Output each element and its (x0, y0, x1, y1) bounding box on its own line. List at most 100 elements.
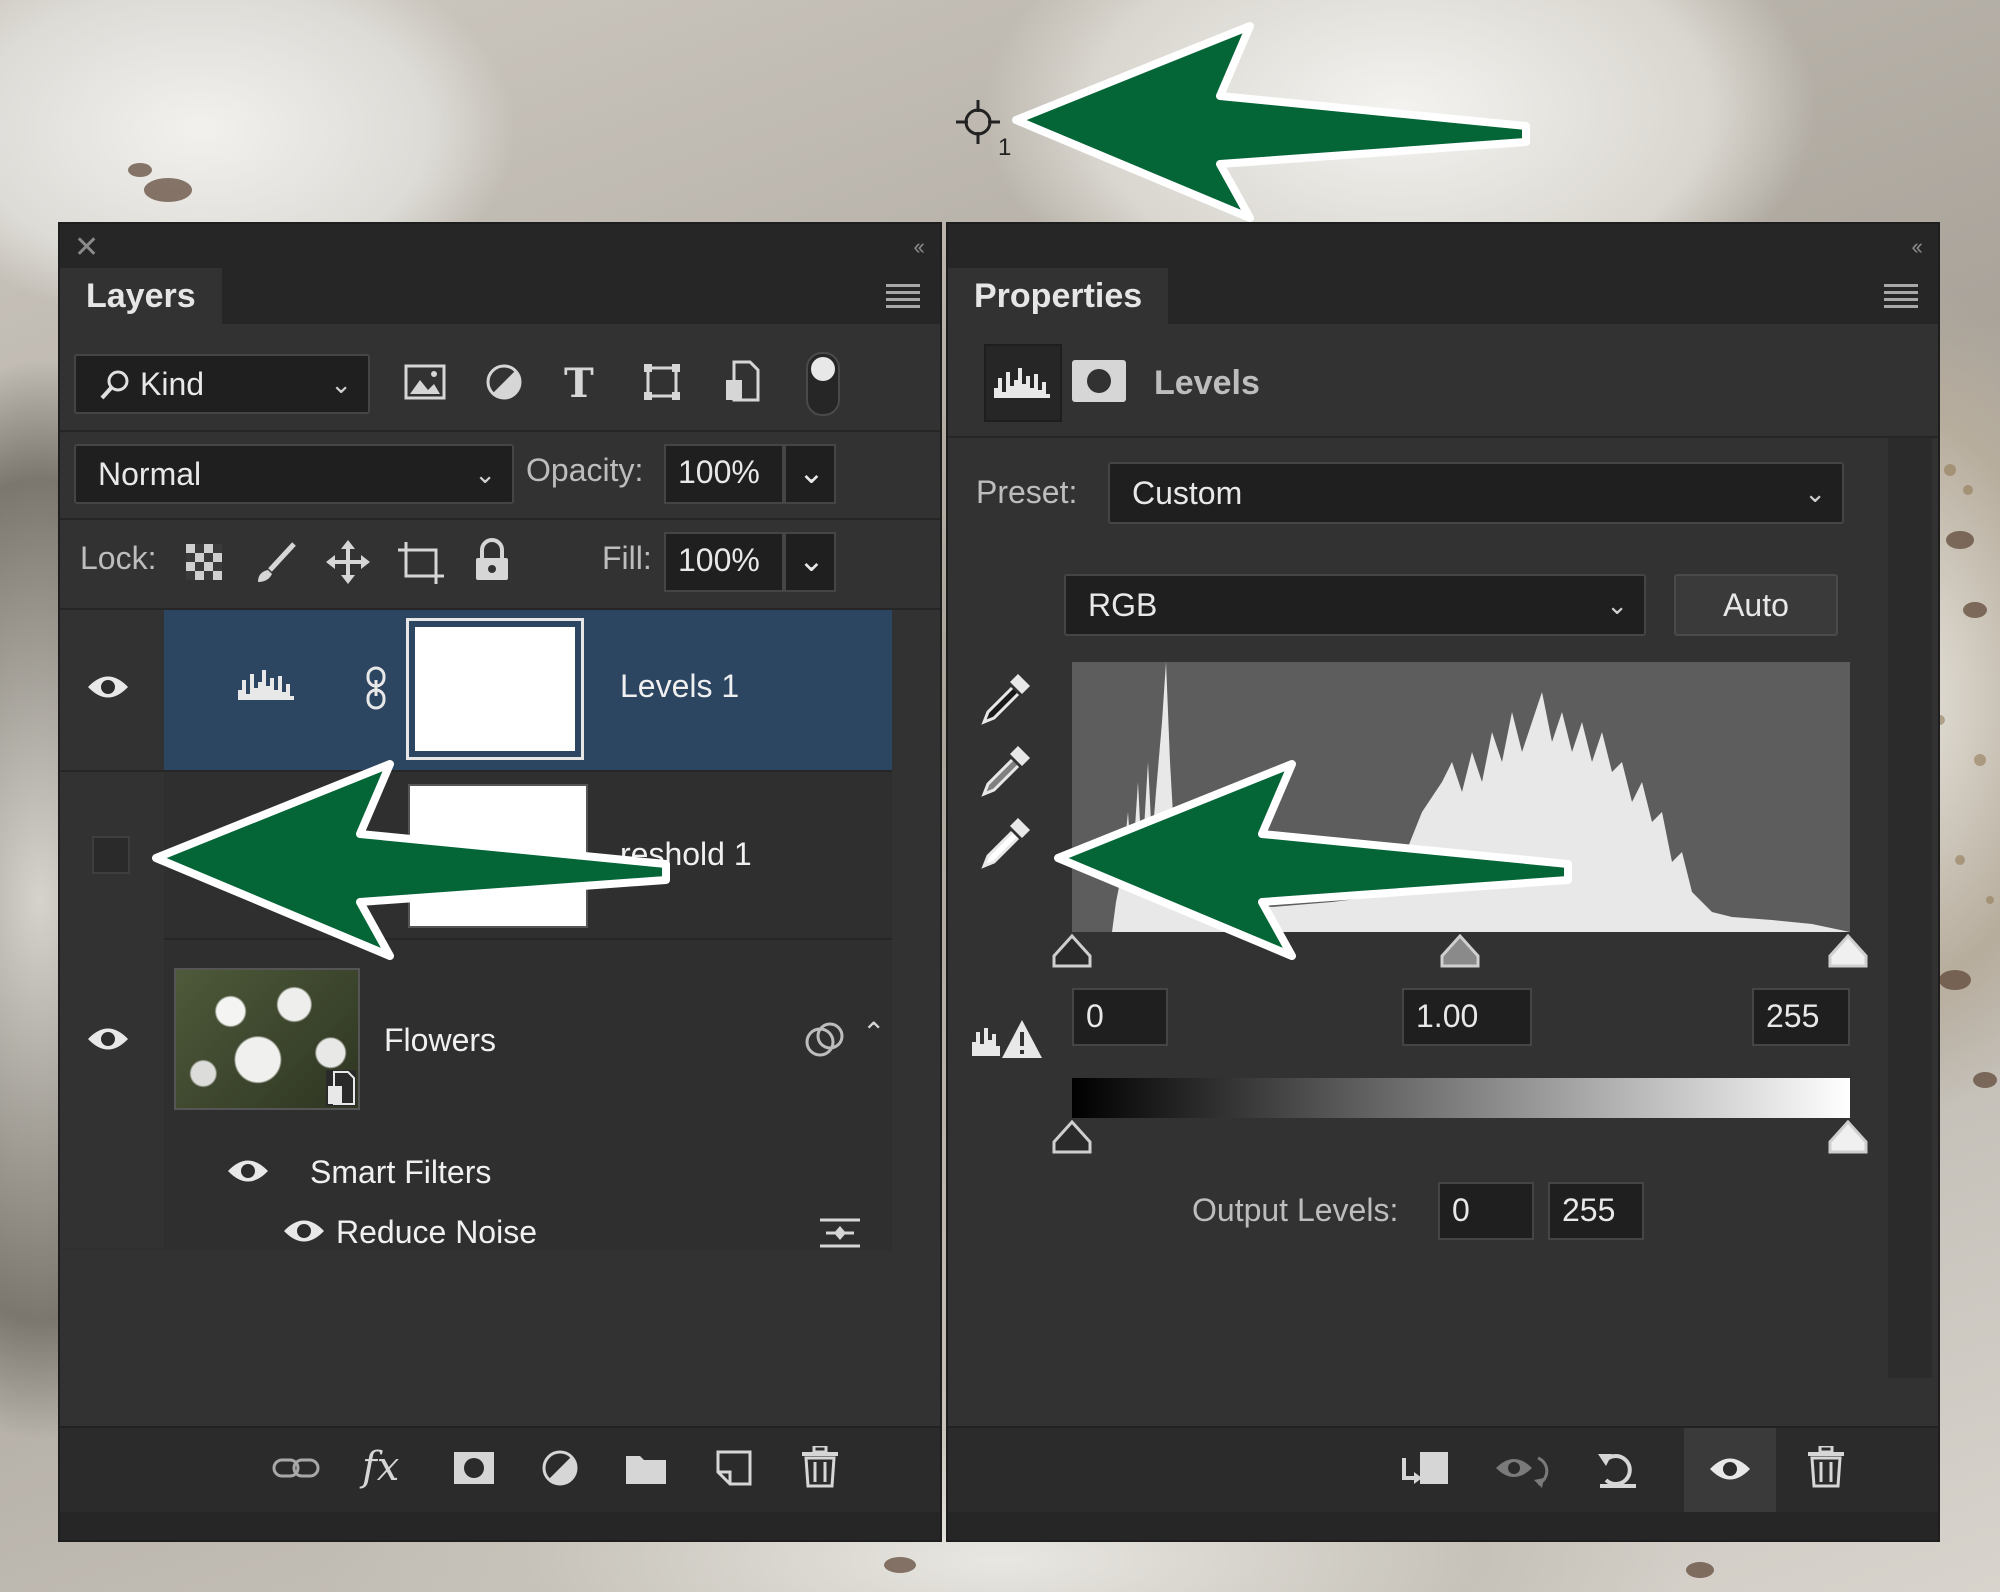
cursor-sample-number: 1 (998, 134, 1012, 161)
layers-panel: ✕ ‹‹ Layers Kind ⌄ T Normal ⌄ Opacity: 1… (60, 224, 940, 1540)
gray-point-eyedropper-icon[interactable] (978, 742, 1034, 803)
collapse-effects-chevron-icon[interactable]: ⌃ (862, 1016, 885, 1049)
properties-panel: ‹‹ Properties Levels Preset: Custom ⌄ RG… (948, 224, 1938, 1540)
layers-list: Levels 1 reshold 1 Flowers ⌃ Smart Filte… (60, 610, 892, 1250)
filter-kind-dropdown[interactable]: Kind ⌄ (74, 354, 370, 414)
close-icon[interactable]: ✕ (74, 230, 99, 265)
input-gamma-slider-handle[interactable] (1440, 933, 1480, 973)
visibility-empty-checkbox[interactable] (92, 836, 130, 874)
levels-adjustment-icon (236, 666, 296, 707)
layers-titlebar: ✕ ‹‹ (60, 224, 940, 268)
filter-smart-objects-icon[interactable] (724, 360, 760, 407)
visibility-eye-icon (1710, 1458, 1750, 1480)
visibility-eye-icon[interactable] (282, 1216, 326, 1251)
output-white-slider-handle[interactable] (1828, 1119, 1868, 1159)
layers-tabrow: Layers (60, 268, 940, 324)
input-gamma-field[interactable]: 1.00 (1402, 988, 1532, 1046)
panel-resize-grip[interactable] (948, 1512, 1938, 1540)
add-layer-mask-icon[interactable] (452, 1450, 496, 1491)
preset-dropdown[interactable]: Custom ⌄ (1108, 462, 1844, 524)
levels-adjustment-tab-icon[interactable] (984, 344, 1062, 422)
fill-dropdown-button[interactable]: ⌄ (784, 532, 836, 592)
clipping-warning-icon[interactable] (970, 1016, 1044, 1065)
input-black-slider-handle[interactable] (1052, 933, 1092, 973)
delete-adjustment-trash-icon[interactable] (1808, 1444, 1844, 1493)
collapse-panel-icon[interactable]: ‹‹ (913, 234, 925, 260)
white-point-eyedropper-icon[interactable] (978, 814, 1034, 875)
link-layers-icon[interactable] (272, 1454, 320, 1487)
eyedropper-crosshair-cursor: 1 (950, 94, 1012, 164)
smart-filter-mask-icon[interactable] (804, 1022, 846, 1063)
mask-properties-tab-icon[interactable] (1072, 360, 1126, 402)
panel-menu-icon[interactable] (1884, 284, 1918, 308)
reduce-noise-filter-row[interactable]: Reduce Noise (164, 1202, 892, 1264)
levels-histogram (1072, 662, 1850, 932)
visibility-eye-icon[interactable] (226, 1156, 270, 1191)
filter-type-layers-icon[interactable]: T (564, 360, 594, 407)
opacity-dropdown-button[interactable]: ⌄ (784, 444, 836, 504)
visibility-eye-icon[interactable] (86, 672, 130, 707)
filter-adjustment-layers-icon[interactable] (484, 362, 524, 407)
smart-object-badge-icon (326, 1070, 356, 1106)
delete-layer-trash-icon[interactable] (802, 1444, 838, 1493)
add-layer-style-fx-icon[interactable]: fx (362, 1444, 399, 1490)
input-black-field[interactable]: 0 (1072, 988, 1168, 1046)
black-point-eyedropper-icon[interactable] (978, 670, 1034, 731)
output-black-field[interactable]: 0 (1438, 1182, 1534, 1240)
layers-bottom-toolbar: fx (60, 1426, 940, 1512)
new-adjustment-layer-icon[interactable] (540, 1448, 580, 1493)
view-previous-state-icon[interactable] (1494, 1450, 1552, 1495)
smart-filters-label: Smart Filters (310, 1154, 492, 1190)
clip-to-layer-icon[interactable] (1400, 1448, 1450, 1495)
lock-transparent-pixels-icon[interactable] (186, 544, 222, 585)
output-black-slider-handle[interactable] (1052, 1119, 1092, 1159)
tab-layers[interactable]: Layers (60, 268, 222, 324)
layer-row-levels-1[interactable]: Levels 1 (60, 610, 892, 770)
layer-row-threshold-1[interactable]: reshold 1 (60, 770, 892, 940)
lock-image-pixels-brush-icon[interactable] (254, 540, 298, 589)
properties-scrollbar[interactable] (1888, 438, 1932, 1378)
blend-mode-dropdown[interactable]: Normal ⌄ (74, 444, 514, 504)
layer-row-flowers[interactable]: Flowers ⌃ (60, 938, 892, 1248)
opacity-field[interactable]: 100% (664, 444, 784, 504)
annotation-arrow-top (1012, 22, 1530, 222)
smart-filters-row[interactable]: Smart Filters (164, 1140, 892, 1202)
channel-dropdown[interactable]: RGB ⌄ (1064, 574, 1646, 636)
layer-name: Flowers (384, 1022, 497, 1058)
filter-shape-layers-icon[interactable] (642, 362, 682, 407)
mask-link-icon[interactable] (366, 666, 386, 715)
layer-mask-thumbnail[interactable] (406, 618, 584, 760)
blend-mode-value: Normal (98, 456, 202, 492)
layer-name: Levels 1 (620, 668, 740, 704)
collapse-panel-icon[interactable]: ‹‹ (1911, 234, 1923, 260)
flowers-thumbnail[interactable] (174, 968, 360, 1110)
panel-resize-grip[interactable] (60, 1512, 940, 1540)
auto-button[interactable]: Auto (1674, 574, 1838, 636)
lock-artboard-icon[interactable] (398, 540, 444, 589)
reset-adjustment-icon[interactable] (1596, 1446, 1640, 1495)
new-group-folder-icon[interactable] (624, 1450, 668, 1491)
fill-field[interactable]: 100% (664, 532, 784, 592)
filter-blending-options-icon[interactable] (820, 1216, 860, 1255)
filter-pixel-layers-icon[interactable] (404, 364, 446, 405)
filter-toggle-switch[interactable] (806, 352, 840, 416)
auto-button-label: Auto (1723, 587, 1789, 623)
chevron-down-icon: ⌄ (1606, 590, 1628, 620)
toggle-layer-visibility-button[interactable] (1684, 1428, 1776, 1512)
layer-mask-thumbnail[interactable] (408, 784, 588, 928)
visibility-eye-icon[interactable] (86, 1024, 130, 1059)
channel-value: RGB (1088, 587, 1158, 623)
lock-position-move-icon[interactable] (326, 540, 370, 589)
properties-titlebar: ‹‹ (948, 224, 1938, 268)
chevron-down-icon: ⌄ (474, 459, 496, 489)
input-white-field[interactable]: 255 (1752, 988, 1850, 1046)
panel-menu-icon[interactable] (886, 284, 920, 308)
input-white-slider-handle[interactable] (1828, 933, 1868, 973)
new-layer-icon[interactable] (714, 1448, 754, 1493)
adjustment-title: Levels (1154, 364, 1260, 402)
output-white-field[interactable]: 255 (1548, 1182, 1644, 1240)
tab-properties[interactable]: Properties (948, 268, 1169, 324)
lock-all-padlock-icon[interactable] (474, 538, 510, 587)
opacity-label: Opacity: (526, 452, 644, 488)
fill-label: Fill: (602, 540, 652, 576)
